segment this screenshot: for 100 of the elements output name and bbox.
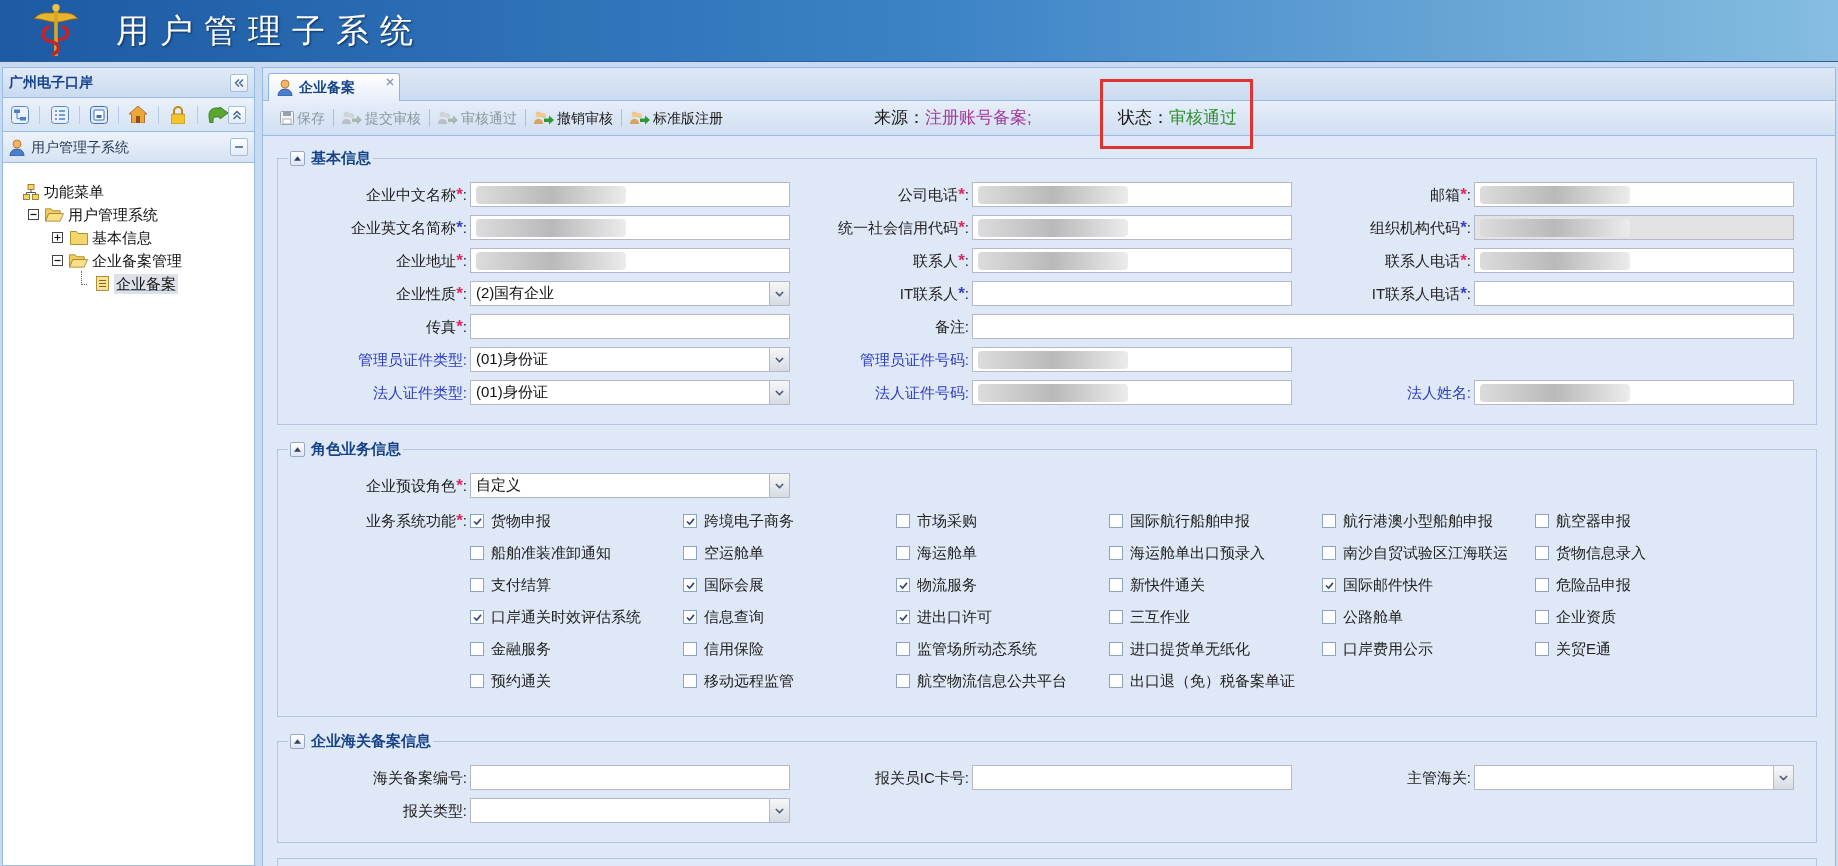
- list-icon[interactable]: [50, 105, 69, 124]
- text-field[interactable]: [470, 248, 790, 273]
- checkbox[interactable]: [1109, 642, 1123, 656]
- checkbox[interactable]: [1109, 610, 1123, 624]
- checkbox-label: 移动远程监管: [704, 671, 794, 691]
- text-field[interactable]: [470, 314, 790, 339]
- checkbox[interactable]: [1322, 642, 1336, 656]
- checkbox[interactable]: [683, 642, 697, 656]
- home-icon[interactable]: [129, 106, 148, 123]
- tree-item[interactable]: 企业备案管理: [90, 250, 184, 271]
- text-field[interactable]: [1474, 380, 1794, 405]
- text-field[interactable]: [1474, 281, 1794, 306]
- section-title: 企业海关备案信息: [311, 732, 431, 750]
- checkbox[interactable]: [683, 546, 697, 560]
- arrow-icon[interactable]: [207, 106, 228, 123]
- field-label: 管理员证件类型:: [357, 349, 467, 370]
- text-field[interactable]: [972, 215, 1292, 240]
- checkbox-label: 预约通关: [491, 671, 551, 691]
- checkbox[interactable]: [1322, 610, 1336, 624]
- folder-open-icon: [69, 253, 88, 268]
- network-icon[interactable]: [11, 105, 30, 124]
- checkbox[interactable]: [1322, 546, 1336, 560]
- collapse-button[interactable]: [290, 733, 305, 749]
- dropdown-button[interactable]: [769, 799, 789, 822]
- dropdown-button[interactable]: [769, 348, 789, 371]
- checkbox-label: 公路舱单: [1343, 607, 1403, 627]
- source-label: 来源：: [874, 107, 925, 130]
- status-value: 审核通过: [1168, 107, 1237, 130]
- lock-icon[interactable]: [170, 105, 185, 124]
- minus-box-icon[interactable]: [27, 209, 39, 220]
- dropdown-button[interactable]: [769, 381, 789, 404]
- checkbox[interactable]: [470, 642, 484, 656]
- checkbox[interactable]: [1535, 546, 1549, 560]
- checkbox[interactable]: [1535, 514, 1549, 528]
- text-field[interactable]: [470, 215, 790, 240]
- checkbox-label: 新快件通关: [1130, 575, 1205, 595]
- collapse-button[interactable]: [230, 73, 248, 92]
- checkbox[interactable]: [1535, 578, 1549, 592]
- close-icon[interactable]: [386, 78, 394, 86]
- text-field[interactable]: [1474, 248, 1794, 273]
- checkbox[interactable]: [1535, 642, 1549, 656]
- minus-box-icon[interactable]: [51, 255, 63, 266]
- checkbox[interactable]: [896, 578, 910, 592]
- checkbox[interactable]: [470, 610, 484, 624]
- tree-item[interactable]: 企业备案: [114, 273, 178, 294]
- text-field[interactable]: [1474, 182, 1794, 207]
- text-field[interactable]: [972, 281, 1292, 306]
- dropdown-button[interactable]: [1773, 766, 1793, 789]
- toolbar-button[interactable]: 撤销审核: [531, 106, 616, 130]
- toolbar-button[interactable]: 标准版注册: [627, 106, 726, 130]
- checkbox[interactable]: [683, 610, 697, 624]
- checkbox[interactable]: [896, 514, 910, 528]
- tree-item[interactable]: 功能菜单: [42, 181, 106, 202]
- select-field[interactable]: (01)身份证: [470, 380, 790, 405]
- text-field[interactable]: [470, 765, 790, 790]
- window-icon[interactable]: [90, 105, 108, 124]
- dropdown-button[interactable]: [769, 282, 789, 305]
- chevron-down-icon: [775, 807, 784, 814]
- select-field[interactable]: 自定义: [470, 473, 790, 498]
- checkbox-label: 物流服务: [917, 575, 977, 595]
- collapse-button[interactable]: [290, 441, 305, 457]
- checkbox[interactable]: [683, 514, 697, 528]
- checkbox[interactable]: [470, 674, 484, 688]
- tree-item[interactable]: 用户管理系统: [66, 204, 160, 225]
- collapse-button[interactable]: [228, 105, 246, 124]
- plus-box-icon[interactable]: [51, 232, 63, 243]
- checkbox[interactable]: [683, 674, 697, 688]
- select-field[interactable]: [1474, 765, 1794, 790]
- checkbox[interactable]: [470, 578, 484, 592]
- checkbox[interactable]: [896, 674, 910, 688]
- select-field[interactable]: (01)身份证: [470, 347, 790, 372]
- text-field[interactable]: [972, 182, 1292, 207]
- checkbox[interactable]: [470, 514, 484, 528]
- checkbox[interactable]: [1109, 674, 1123, 688]
- checkbox[interactable]: [1109, 514, 1123, 528]
- collapse-button[interactable]: [290, 150, 305, 166]
- checkbox[interactable]: [896, 546, 910, 560]
- checkbox[interactable]: [1322, 578, 1336, 592]
- select-field[interactable]: (2)国有企业: [470, 281, 790, 306]
- checkbox[interactable]: [1109, 546, 1123, 560]
- checkbox-label: 口岸通关时效评估系统: [491, 607, 641, 627]
- text-field[interactable]: [972, 314, 1794, 339]
- checkbox[interactable]: [470, 546, 484, 560]
- tab[interactable]: 企业备案: [268, 73, 400, 101]
- field-label: 企业英文名简称*:: [351, 217, 467, 238]
- select-field[interactable]: [470, 798, 790, 823]
- text-field[interactable]: [470, 182, 790, 207]
- dropdown-button[interactable]: [769, 474, 789, 497]
- check-icon: [685, 581, 695, 589]
- checkbox[interactable]: [1535, 610, 1549, 624]
- checkbox[interactable]: [1322, 514, 1336, 528]
- text-field[interactable]: [972, 347, 1292, 372]
- checkbox[interactable]: [683, 578, 697, 592]
- text-field[interactable]: [972, 248, 1292, 273]
- checkbox[interactable]: [896, 642, 910, 656]
- checkbox[interactable]: [896, 610, 910, 624]
- tree-item[interactable]: 基本信息: [90, 227, 154, 248]
- checkbox[interactable]: [1109, 578, 1123, 592]
- text-field[interactable]: [972, 380, 1292, 405]
- text-field[interactable]: [972, 765, 1292, 790]
